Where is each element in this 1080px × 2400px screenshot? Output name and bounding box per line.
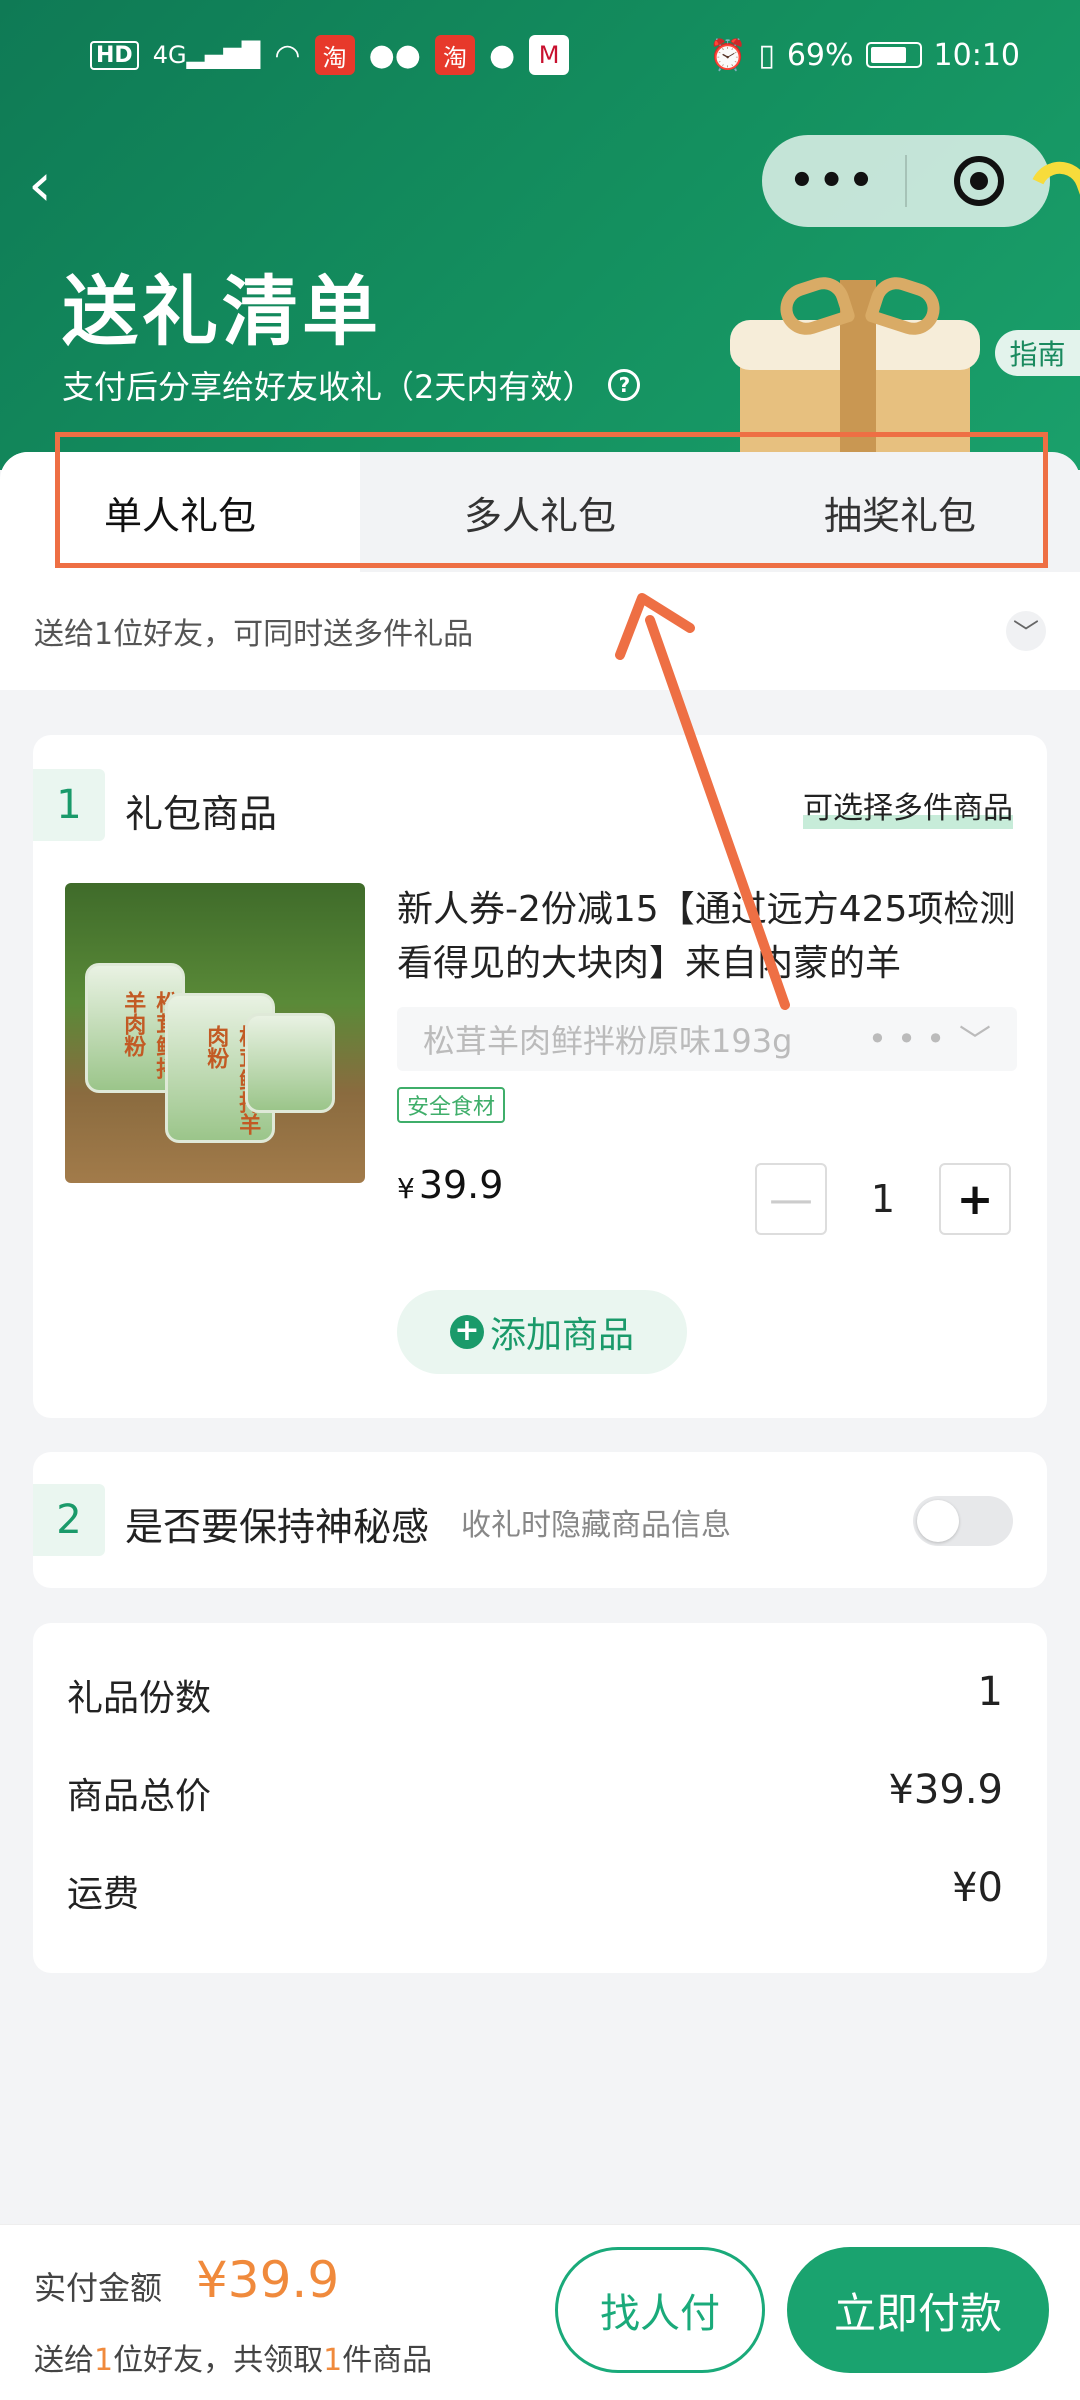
wechat-icon: ●● [368,37,421,73]
spec-selector[interactable]: 松茸羊肉鲜拌粉原味193g • • • ﹀ [397,1007,1017,1071]
secret-card: 2 是否要保持神秘感 收礼时隐藏商品信息 [33,1452,1047,1588]
summary-value: 1 [977,1669,1003,1715]
summary-card: 礼品份数 1 商品总价 ¥39.9 运费 ¥0 [33,1623,1047,1973]
taobao-icon: 淘 [434,35,475,75]
page-title: 送礼清单 [62,267,382,356]
battery-percent: 69% [786,37,854,73]
summary-row-total: 商品总价 ¥39.9 [67,1767,1003,1819]
battery-icon [865,42,922,68]
page-subtitle: 支付后分享给好友收礼（2天内有效） ? [62,362,641,408]
status-bar: HD 4G▂▄▆█ ◠ 淘 ●● 淘 ● M ⏰ ▯ 69% 10:10 [90,30,1020,80]
vibrate-icon: ▯ [758,37,775,73]
safe-food-badge: 安全食材 [397,1087,506,1123]
pay-note: 送给1位好友，共领取1件商品 [34,2343,433,2378]
guide-button[interactable]: 指南 [995,330,1080,376]
wifi-icon: ◠ [274,37,301,73]
bank-icon: M [529,35,570,75]
hd-indicator: HD [90,40,139,70]
summary-value: ¥0 [952,1865,1003,1911]
pay-now-button[interactable]: 立即付款 [787,2247,1049,2373]
mini-program-capsule: ••• [762,135,1050,227]
pay-label: 实付金额 [34,2269,163,2307]
summary-row-shipping: 运费 ¥0 [67,1865,1003,1917]
quantity-value[interactable]: 1 [827,1177,939,1221]
product-title[interactable]: 新人券-2份减15【通过远方425项检测 看得见的大块肉】来自内蒙的羊 [397,883,1037,991]
price-value: 39.9 [418,1163,504,1207]
quantity-stepper: — 1 + [755,1163,1011,1235]
secret-toggle[interactable] [913,1496,1013,1546]
close-mini-program-button[interactable] [907,156,1050,206]
summary-value: ¥39.9 [888,1767,1003,1813]
pay-amount: ¥39.9 [196,2251,340,2309]
signal-icon: 4G▂▄▆█ [152,41,261,69]
chevron-down-icon: ﹀ [958,1022,991,1060]
add-product-label: 添加商品 [489,1315,634,1356]
summary-label: 礼品份数 [67,1678,212,1719]
hint-text: 送给1位好友，可同时送多件礼品 [34,617,474,652]
gift-type-hint[interactable]: 送给1位好友，可同时送多件礼品 ﹀ [0,572,1080,690]
secret-description: 收礼时隐藏商品信息 [461,1508,731,1543]
clock: 10:10 [933,37,1020,73]
more-menu-button[interactable]: ••• [762,158,905,204]
product-image[interactable]: 松茸鲜拌羊肉粉 松茸鲜拌羊肉粉 [65,883,365,1183]
gift-items-card: 1 礼包商品 可选择多件商品 松茸鲜拌羊肉粉 松茸鲜拌羊肉粉 新人券-2份减15… [33,735,1047,1418]
step-number: 2 [33,1484,105,1556]
chevron-down-icon[interactable]: ﹀ [1006,611,1046,651]
summary-label: 商品总价 [67,1776,212,1817]
taobao-icon: 淘 [314,35,355,75]
add-product-button[interactable]: + 添加商品 [397,1290,687,1374]
message-icon: ● [488,37,516,73]
decrease-button[interactable]: — [755,1163,827,1235]
more-dots-icon: • • • [868,1020,945,1058]
multi-select-tag: 可选择多件商品 [803,783,1013,829]
summary-row-quantity: 礼品份数 1 [67,1669,1003,1721]
step-number: 1 [33,769,105,841]
header: HD 4G▂▄▆█ ◠ 淘 ●● 淘 ● M ⏰ ▯ 69% 10:10 ‹ •… [0,0,1080,470]
currency-symbol: ¥ [397,1172,415,1205]
checkout-bar: 实付金额 ¥39.9 送给1位好友，共领取1件商品 找人付 立即付款 [0,2224,1080,2400]
spec-value: 松茸羊肉鲜拌粉原味193g [423,1022,793,1060]
friend-pay-button[interactable]: 找人付 [555,2247,765,2373]
plus-circle-icon: + [449,1315,484,1349]
secret-title: 是否要保持神秘感 [125,1505,430,1549]
summary-label: 运费 [67,1874,140,1915]
increase-button[interactable]: + [939,1163,1011,1235]
alarm-icon: ⏰ [708,37,747,73]
annotation-highlight-box [55,432,1048,568]
help-icon[interactable]: ? [608,369,641,401]
product-price: ¥39.9 [397,1163,503,1207]
subtitle-text: 支付后分享给好友收礼（2天内有效） [62,368,595,406]
back-icon[interactable]: ‹ [28,155,68,215]
target-icon [953,156,1004,206]
section-title: 礼包商品 [125,792,278,836]
